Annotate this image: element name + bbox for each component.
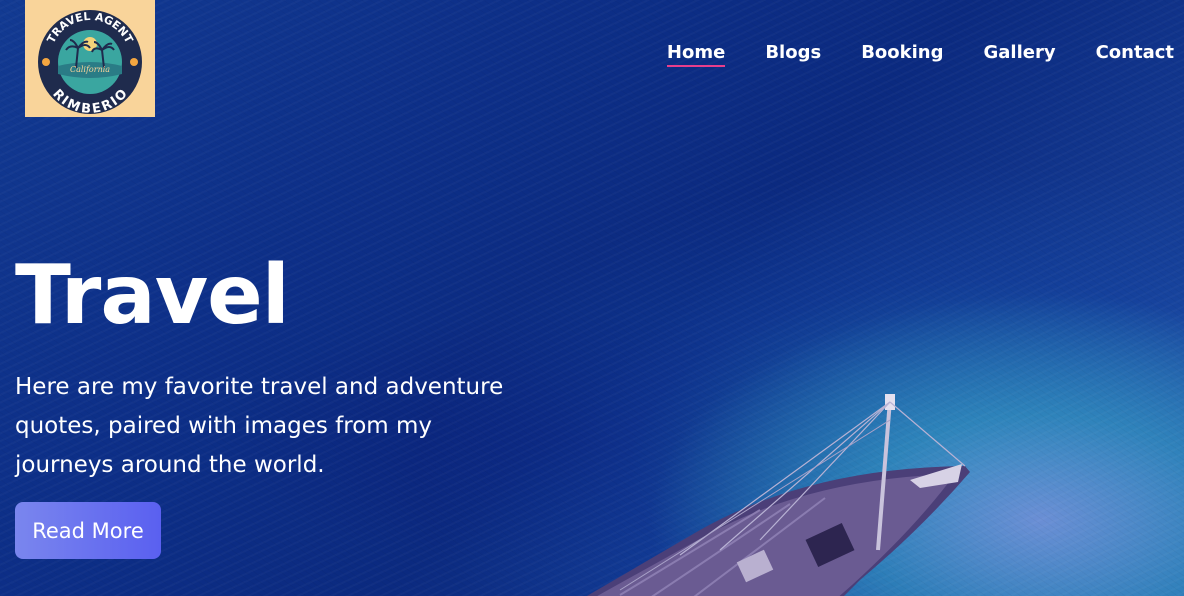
star-icon xyxy=(42,57,50,66)
star-icon xyxy=(130,57,138,66)
logo-script-text: California xyxy=(70,65,110,74)
nav-home-link[interactable]: Home xyxy=(666,42,726,67)
nav-booking-link[interactable]: Booking xyxy=(861,42,943,67)
read-more-button[interactable]: Read More xyxy=(15,502,161,559)
hero-section: TRAVEL AGENT California RIMBERIO Home Bl… xyxy=(0,0,1184,596)
logo[interactable]: TRAVEL AGENT California RIMBERIO xyxy=(25,0,155,117)
boat-image xyxy=(586,394,970,596)
nav-contact-link[interactable]: Contact xyxy=(1096,42,1174,67)
main-nav: Home Blogs Booking Gallery Contact xyxy=(627,42,1174,67)
rigging-line xyxy=(889,401,966,467)
logo-emblem: TRAVEL AGENT California RIMBERIO xyxy=(38,9,142,114)
boat-deck xyxy=(597,474,955,596)
nav-blogs-link[interactable]: Blogs xyxy=(765,42,821,67)
hero-title: Travel xyxy=(15,248,290,343)
nav-gallery-link[interactable]: Gallery xyxy=(983,42,1055,67)
hero-description: Here are my favorite travel and adventur… xyxy=(15,374,504,478)
